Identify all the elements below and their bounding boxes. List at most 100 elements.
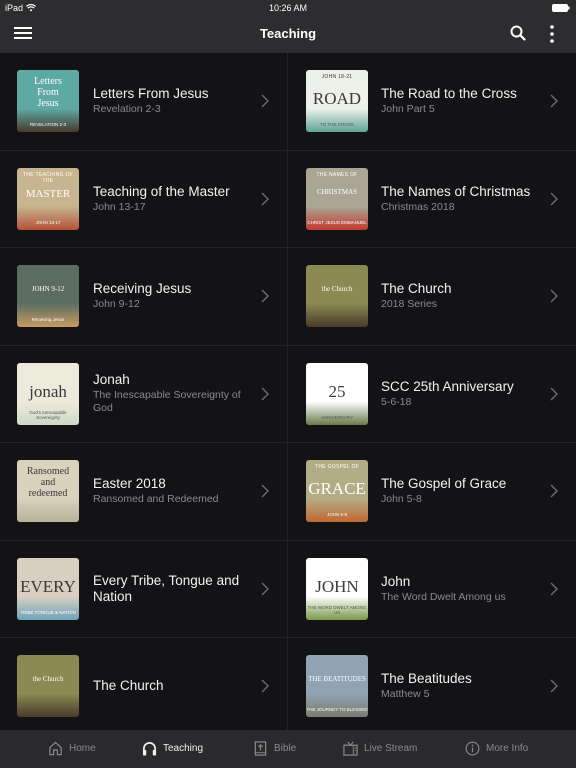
bible-icon [254,741,267,756]
artwork-title-text: jonah [17,381,79,401]
artwork-line: JOHN [315,576,359,596]
series-item[interactable]: JOHN THE WORD DWELT AMONG US John The Word … [288,541,576,638]
artwork-title-text: the Church [306,285,368,293]
artwork-title-text: GRACE [306,480,368,498]
series-text: Receiving Jesus John 9-12 [93,248,243,345]
series-title: Easter 2018 [93,476,166,492]
artwork-title-text: 25 [306,382,368,401]
tab-home[interactable]: Home [48,741,96,756]
series-title: SCC 25th Anniversary [381,378,514,394]
series-artwork: THE TEACHING OF THE MASTER JOHN 13-17 [17,167,79,230]
tab-more-info[interactable]: More Info [465,741,528,756]
series-artwork: JOHN 18-21 ROAD TO THE CROSS [306,70,368,132]
tab-bible[interactable]: Bible [253,741,296,756]
series-subtitle: John 13-17 [93,200,146,213]
artwork-title-text: the Church [17,675,79,683]
series-title: Letters From Jesus [93,86,209,102]
artwork-caption: CHRIST JESUS EMMANUEL [307,219,367,225]
status-bar: iPad 10:26 AM [0,0,576,16]
series-item[interactable]: Letters From Jesus REVELATION 2-3 Letters Fr… [0,53,288,150]
artwork-line: Letters [34,76,62,87]
artwork-title-text: JOHN 9-12 [17,285,79,293]
series-subtitle: Revelation 2-3 [93,103,161,116]
series-row: JOHN 9-12 Receiving Jesus Receiving Jesus J… [0,248,576,346]
series-item[interactable]: 25 ANNIVERSARY SCC 25th Anniversary 5-6-18 [288,346,576,443]
artwork-title-text: Ransomed and redeemed [17,466,79,499]
chevron-right-icon [550,94,558,108]
artwork-title-text: JOHN [306,576,368,596]
tab-live-stream[interactable]: Live Stream [343,741,417,756]
artwork-top-text: THE TEACHING OF THE [23,171,73,184]
series-item[interactable]: the Church The Church [0,638,288,730]
artwork-caption: God's Inescapable Sovereignty [29,409,67,420]
series-row: the Church The Church THE BEATITUDES THE JO… [0,638,576,730]
series-text: Jonah The Inescapable Sovereignty of God [93,346,243,443]
series-row: Letters From Jesus REVELATION 2-3 Letters Fr… [0,53,576,151]
artwork-line: MASTER [25,187,71,200]
tab-label: More Info [486,743,529,754]
artwork-caption: TO THE CROSS [320,122,354,127]
tv-icon [343,741,358,756]
artwork-line: Ransomed [26,466,70,477]
artwork-title-text: EVERY [17,577,79,596]
chevron-right-icon [261,679,269,693]
series-item[interactable]: the Church The Church 2018 Series [288,248,576,345]
chevron-right-icon [550,289,558,303]
series-grid: Letters From Jesus REVELATION 2-3 Letters Fr… [0,53,576,730]
series-item[interactable]: JOHN 9-12 Receiving Jesus Receiving Jesus J… [0,248,288,345]
series-text: The Road to the Cross John Part 5 [381,53,531,150]
series-artwork: THE GOSPEL OF GRACE JOHN 5-8 [306,460,368,522]
more-options-button[interactable] [545,24,559,44]
series-item[interactable]: JOHN 18-21 ROAD TO THE CROSS The Road to th… [288,53,576,150]
tab-teaching[interactable]: Teaching [142,741,203,756]
series-item[interactable]: THE NAMES OF CHRISTMAS CHRIST JESUS EMMANU… [288,151,576,248]
chevron-right-icon [550,484,558,498]
artwork-line: From [37,87,59,98]
series-title: Every Tribe, Tongue and Nation [93,572,240,604]
headphones-icon [142,742,157,756]
chevron-right-icon [550,679,558,693]
series-text: Letters From Jesus Revelation 2-3 [93,53,243,150]
series-text: Easter 2018 Ransomed and Redeemed [93,443,243,540]
series-row: Ransomed and redeemed Easter 2018 Ransomed a… [0,443,576,541]
series-row: EVERY TRIBE TONGUE & NATION Every Tribe, T… [0,540,576,638]
series-text: The Church [93,638,243,730]
series-item[interactable]: Ransomed and redeemed Easter 2018 Ransomed a… [0,443,288,540]
search-button[interactable] [510,25,528,43]
series-artwork: JOHN 9-12 Receiving Jesus [17,265,79,327]
series-artwork: THE NAMES OF CHRISTMAS CHRIST JESUS EMMANU… [306,167,368,230]
series-item[interactable]: THE TEACHING OF THE MASTER JOHN 13-17 Teach… [0,150,288,247]
chevron-right-icon [261,387,269,401]
series-text: SCC 25th Anniversary 5-6-18 [381,346,531,443]
series-item[interactable]: EVERY TRIBE TONGUE & NATION Every Tribe, T… [0,540,288,638]
series-artwork: the Church [306,265,368,327]
series-subtitle: John Part 5 [381,103,435,116]
artwork-title-text: ROAD [306,90,368,108]
series-artwork: JOHN THE WORD DWELT AMONG US [306,557,368,620]
artwork-title-text: CHRISTMAS [306,188,368,196]
series-artwork: THE BEATITUDES THE JOURNEY TO BLESSED [306,655,368,717]
artwork-line: redeemed [28,488,68,499]
artwork-line: GRACE [308,479,366,498]
chevron-right-icon [550,582,558,596]
clock: 10:26 AM [268,3,308,13]
tab-label: Bible [274,743,297,754]
artwork-line: THE BEATITUDES [308,675,366,683]
chevron-right-icon [261,582,269,596]
series-subtitle: Matthew 5 [381,688,430,701]
series-title: The Church [93,678,164,694]
series-text: The Gospel of Grace John 5-8 [381,443,531,540]
series-item[interactable]: THE BEATITUDES THE JOURNEY TO BLESSED The … [288,638,576,730]
series-text: Every Tribe, Tongue and Nation [93,541,243,638]
artwork-caption: JOHN 13-17 [35,219,61,225]
home-icon [49,741,62,756]
series-row: THE TEACHING OF THE MASTER JOHN 13-17 Teach… [0,150,576,248]
series-item[interactable]: THE GOSPEL OF GRACE JOHN 5-8 The Gospel of … [288,443,576,540]
artwork-top-text: JOHN 18-21 [321,74,353,80]
more-vertical-icon [550,25,554,43]
artwork-line: jonah [29,381,67,401]
series-text: The Beatitudes Matthew 5 [381,638,531,730]
series-item[interactable]: jonah God's Inescapable Sovereignty Jonah T… [0,345,288,443]
artwork-caption: ANNIVERSARY [320,414,354,420]
artwork-top-text: THE GOSPEL OF [315,464,359,470]
